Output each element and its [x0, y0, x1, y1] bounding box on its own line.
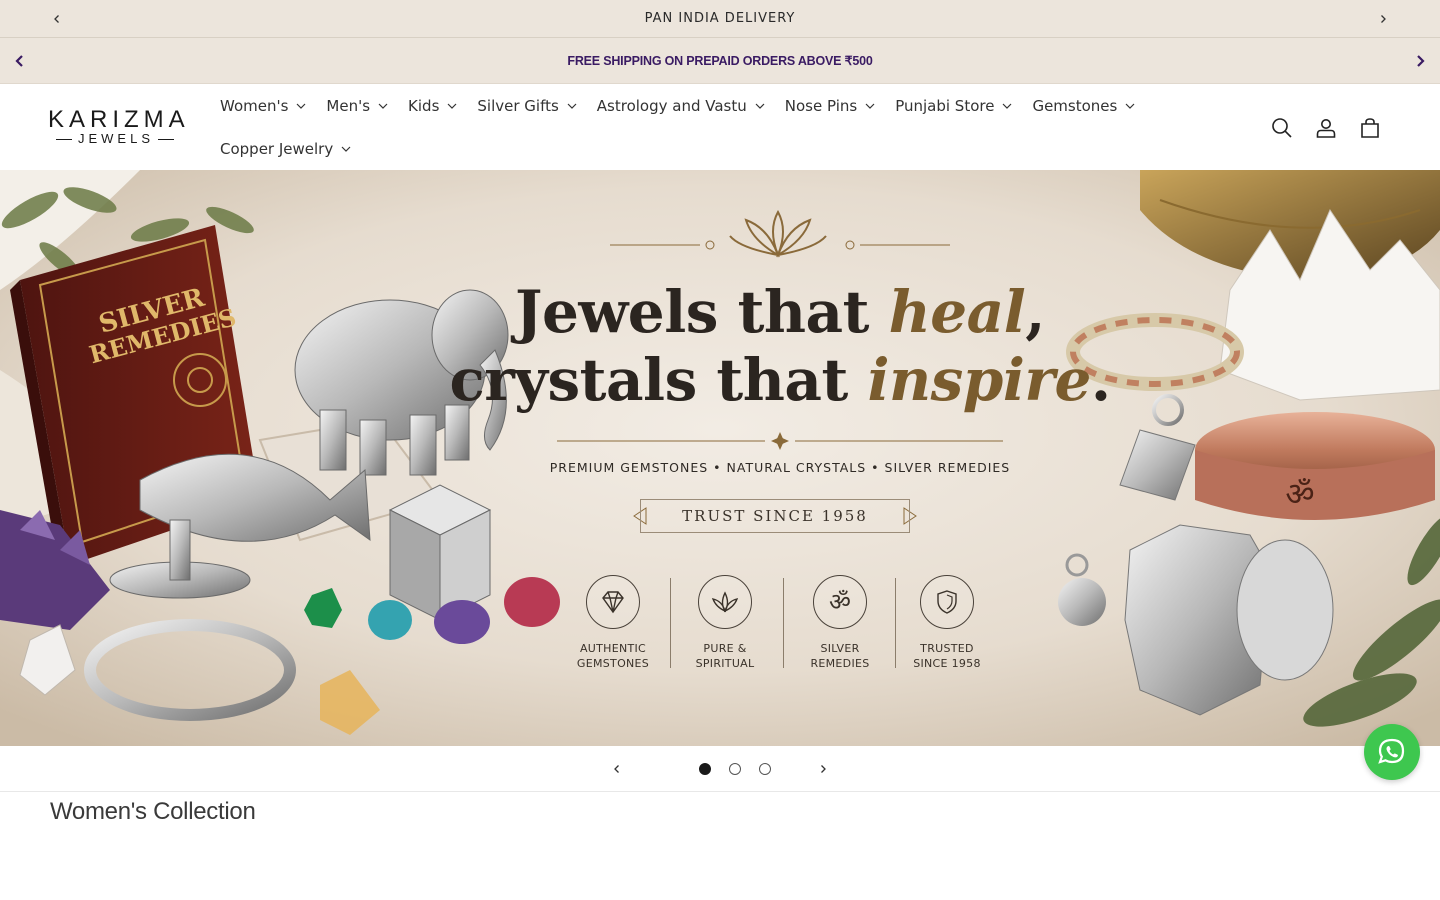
feature-trusted-since: TRUSTED SINCE 1958 — [892, 575, 1002, 671]
chevron-down-icon — [567, 101, 577, 111]
announcement-prev-button[interactable] — [37, 0, 77, 38]
feature-silver-remedies: ॐ SILVER REMEDIES — [785, 575, 895, 671]
promo-prev-button[interactable] — [2, 38, 38, 84]
feature-label-line1: PURE & — [703, 642, 747, 655]
nav-label: Punjabi Store — [895, 96, 995, 115]
account-icon — [1316, 119, 1336, 138]
nav-astrology-vastu[interactable]: Astrology and Vastu — [587, 84, 775, 127]
account-button[interactable] — [1304, 106, 1348, 150]
feature-label-line1: AUTHENTIC — [579, 642, 647, 655]
nav-label: Astrology and Vastu — [596, 96, 747, 115]
announcement-bar-top: PAN INDIA DELIVERY — [0, 0, 1440, 38]
chevron-right-icon — [821, 764, 826, 773]
logo-line1: KARIZMA — [48, 106, 190, 133]
hero-heading-line2: crystals that — [449, 346, 868, 414]
nav-label: Nose Pins — [784, 96, 858, 115]
site-logo[interactable]: KARIZMA JEWELS — [48, 106, 190, 148]
nav-label: Kids — [408, 96, 440, 115]
chevron-right-icon — [1381, 15, 1386, 23]
slide-prev-button[interactable] — [602, 754, 632, 784]
promo-text[interactable]: FREE SHIPPING ON PREPAID ORDERS ABOVE ₹5… — [567, 53, 872, 68]
chevron-down-icon — [1125, 101, 1135, 111]
nav-label: Men's — [326, 96, 371, 115]
chevron-down-icon — [865, 101, 875, 111]
chevron-down-icon — [341, 144, 351, 154]
feature-authentic-gemstones: AUTHENTIC GEMSTONES — [558, 575, 668, 671]
site-header: KARIZMA JEWELS Women's Men's Kids Silver… — [0, 84, 1440, 170]
header-icons — [1260, 106, 1392, 150]
cart-button[interactable] — [1348, 106, 1392, 150]
nav-kids[interactable]: Kids — [398, 84, 467, 127]
hero-heading-line1: Jewels that — [515, 278, 889, 346]
slide-dot-2[interactable] — [729, 762, 741, 775]
announcement-next-button[interactable] — [1363, 0, 1403, 38]
main-nav: Women's Men's Kids Silver Gifts Astrolog… — [210, 84, 1160, 170]
promo-next-button[interactable] — [1402, 38, 1438, 84]
chevron-left-icon — [54, 15, 59, 23]
chevron-down-icon — [296, 101, 306, 111]
om-icon: ॐ — [813, 575, 867, 629]
om-bangle-text: ॐ — [1285, 475, 1314, 513]
nav-copper-jewelry[interactable]: Copper Jewelry — [210, 127, 361, 170]
hero-subline: PREMIUM GEMSTONES • NATURAL CRYSTALS • S… — [549, 460, 1011, 475]
slider-controls — [0, 746, 1440, 792]
feature-pure-spiritual: PURE & SPIRITUAL — [670, 575, 780, 671]
diamond-icon — [586, 575, 640, 629]
nav-nose-pins[interactable]: Nose Pins — [775, 84, 885, 127]
om-symbol: ॐ — [829, 588, 851, 616]
hero-heading: Jewels that heal, crystals that inspire. — [440, 278, 1120, 414]
chevron-left-icon — [15, 55, 23, 67]
hero-heading-period: . — [1090, 346, 1111, 414]
trust-badge: TRUST SINCE 1958 — [640, 499, 910, 533]
chevron-left-icon — [614, 764, 619, 773]
section-title: Women's Collection — [50, 798, 256, 825]
nav-gemstones[interactable]: Gemstones — [1022, 84, 1145, 127]
shield-icon — [920, 575, 974, 629]
nav-label: Gemstones — [1032, 96, 1118, 115]
whatsapp-chat-button[interactable] — [1364, 724, 1420, 780]
chevron-down-icon — [755, 101, 765, 111]
chevron-down-icon — [1002, 101, 1012, 111]
logo-line2: JEWELS — [77, 131, 154, 146]
promo-bar: FREE SHIPPING ON PREPAID ORDERS ABOVE ₹5… — [0, 38, 1440, 84]
nav-label: Silver Gifts — [477, 96, 559, 115]
nav-label: Women's — [220, 96, 289, 115]
slide-next-button[interactable] — [808, 754, 838, 784]
feature-label-line2: GEMSTONES — [576, 657, 650, 670]
feature-label-line1: TRUSTED — [920, 642, 974, 655]
chevron-right-icon — [1417, 55, 1425, 67]
slide-dot-1[interactable] — [699, 762, 711, 775]
announcement-text: PAN INDIA DELIVERY — [644, 11, 796, 26]
search-button[interactable] — [1260, 106, 1304, 150]
hero-heading-comma: , — [1025, 278, 1045, 346]
hero-heading-heal: heal — [888, 278, 1026, 346]
nav-silver-gifts[interactable]: Silver Gifts — [467, 84, 586, 127]
nav-punjabi-store[interactable]: Punjabi Store — [885, 84, 1022, 127]
feature-label-line2: REMEDIES — [810, 657, 870, 670]
nav-mens[interactable]: Men's — [316, 84, 398, 127]
feature-label-line2: SINCE 1958 — [913, 657, 981, 670]
cart-icon — [1361, 118, 1379, 138]
slide-dot-3[interactable] — [759, 762, 771, 775]
feature-divider — [783, 578, 784, 668]
lotus-icon — [698, 575, 752, 629]
chevron-down-icon — [447, 101, 457, 111]
feature-label-line2: SPIRITUAL — [695, 657, 755, 670]
nav-label: Copper Jewelry — [220, 139, 334, 158]
search-icon — [1272, 118, 1292, 138]
chevron-down-icon — [378, 101, 388, 111]
hero-banner[interactable]: SILVER REMEDIES ॐ Jewels that heal, crys… — [0, 170, 1440, 746]
whatsapp-icon — [1378, 738, 1405, 764]
hero-heading-inspire: inspire — [867, 346, 1091, 414]
nav-womens[interactable]: Women's — [210, 84, 316, 127]
feature-label-line1: SILVER — [820, 642, 860, 655]
